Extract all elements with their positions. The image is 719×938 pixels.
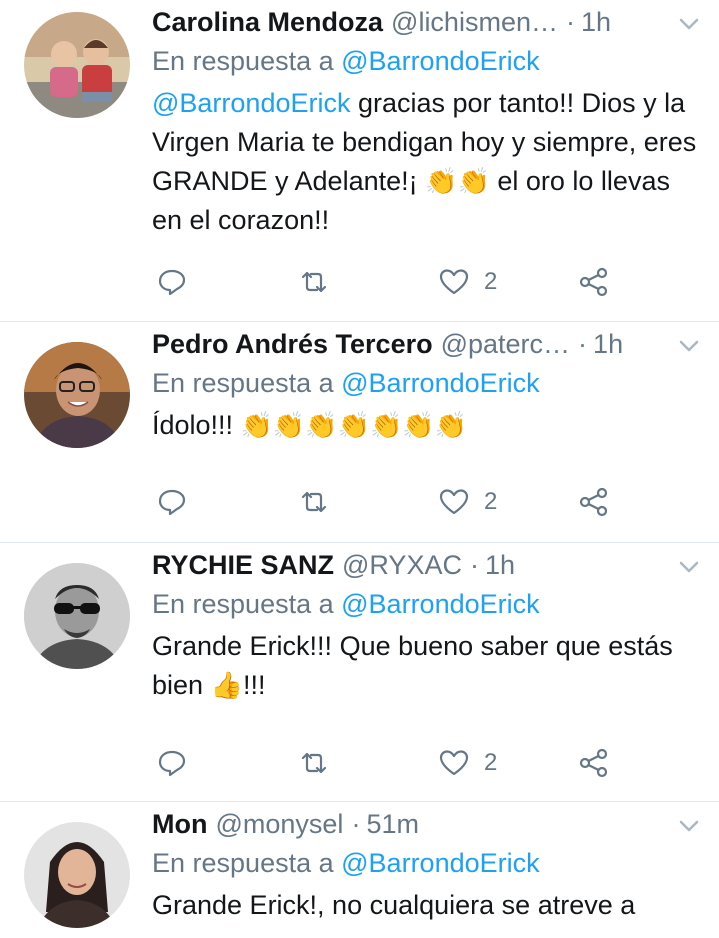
heart-icon (439, 750, 469, 776)
reply-context: En respuesta a @BarrondoErick (152, 842, 701, 884)
share-icon (579, 267, 608, 297)
avatar[interactable] (24, 12, 130, 118)
author-name[interactable]: Pedro Andrés Tercero (152, 329, 433, 360)
retweet-button[interactable] (298, 482, 330, 522)
reply-button[interactable] (156, 262, 188, 302)
tweet-text: Grande Erick!, no cualquiera se atreve a (152, 886, 701, 925)
reply-prefix: En respuesta a (152, 589, 334, 619)
tweet-text-part: !!! (242, 670, 266, 700)
author-handle[interactable]: @lichismen… (391, 7, 558, 38)
reply-mention[interactable]: @BarrondoErick (341, 589, 539, 619)
retweet-icon (301, 491, 327, 513)
tweet-item[interactable]: RYCHIE SANZ @RYXAC · 1h En respuesta a @… (0, 543, 719, 802)
reply-icon (158, 489, 186, 516)
thumbs-up-emoji: 👍 (210, 670, 243, 700)
timestamp[interactable]: 1h (593, 329, 623, 360)
retweet-button[interactable] (298, 743, 330, 783)
reply-prefix: En respuesta a (152, 46, 334, 76)
like-count: 2 (484, 488, 498, 515)
tweet-item[interactable]: Carolina Mendoza @lichismen… · 1h En res… (0, 0, 719, 322)
reply-button[interactable] (156, 482, 188, 522)
like-button[interactable]: 2 (438, 743, 497, 783)
like-count: 2 (484, 749, 498, 776)
separator-dot: · (469, 549, 479, 580)
reply-mention[interactable]: @BarrondoErick (341, 368, 539, 398)
tweet-actions: 2 (152, 262, 719, 302)
tweet-header: RYCHIE SANZ @RYXAC · 1h (152, 547, 701, 583)
chevron-down-icon[interactable] (677, 816, 701, 836)
author-name[interactable]: Mon (152, 809, 207, 840)
author-handle[interactable]: @RYXAC (342, 550, 462, 581)
clapping-hands-emoji: 👏👏 (425, 166, 490, 196)
retweet-button[interactable] (298, 262, 330, 302)
heart-icon (439, 269, 469, 295)
tweet-header: Carolina Mendoza @lichismen… · 1h (152, 4, 701, 40)
chevron-down-icon[interactable] (677, 336, 701, 356)
author-handle[interactable]: @monysel (215, 809, 343, 840)
chevron-down-icon[interactable] (677, 557, 701, 577)
tweet-text: Grande Erick!!! Que bueno saber que está… (152, 627, 701, 705)
timestamp[interactable]: 1h (581, 7, 611, 38)
retweet-icon (301, 752, 327, 774)
tweet-header: Pedro Andrés Tercero @paterc… · 1h (152, 326, 701, 362)
share-icon (579, 487, 608, 517)
reply-context: En respuesta a @BarrondoErick (152, 40, 701, 82)
timestamp[interactable]: 51m (366, 809, 419, 840)
tweet-header: Mon @monysel · 51m (152, 806, 701, 842)
separator-dot: · (578, 328, 588, 359)
tweet-text: @BarrondoErick gracias por tanto!! Dios … (152, 84, 701, 240)
avatar[interactable] (24, 822, 130, 928)
timestamp[interactable]: 1h (485, 550, 515, 581)
author-name[interactable]: Carolina Mendoza (152, 7, 383, 38)
reply-mention[interactable]: @BarrondoErick (341, 46, 539, 76)
reply-context: En respuesta a @BarrondoErick (152, 362, 701, 404)
retweet-icon (301, 271, 327, 293)
tweet-actions: 2 (152, 482, 719, 522)
share-button[interactable] (578, 743, 610, 783)
text-mention[interactable]: @BarrondoErick (152, 88, 350, 118)
reply-mention[interactable]: @BarrondoErick (341, 848, 539, 878)
tweet-text: Ídolo!!! 👏👏👏👏👏👏👏 (152, 406, 701, 445)
share-button[interactable] (578, 482, 610, 522)
reply-prefix: En respuesta a (152, 848, 334, 878)
reply-prefix: En respuesta a (152, 368, 334, 398)
reply-icon (158, 269, 186, 296)
like-button[interactable]: 2 (438, 262, 497, 302)
share-icon (579, 748, 608, 778)
tweet-actions: 2 (152, 743, 719, 783)
clapping-hands-emoji: 👏👏👏👏👏👏👏 (240, 410, 468, 440)
reply-context: En respuesta a @BarrondoErick (152, 583, 701, 625)
reply-button[interactable] (156, 743, 188, 783)
separator-dot: · (351, 808, 361, 839)
heart-icon (439, 489, 469, 515)
chevron-down-icon[interactable] (677, 14, 701, 34)
tweet-text-part: Ídolo!!! (152, 410, 241, 440)
avatar[interactable] (24, 342, 130, 448)
tweet-item[interactable]: Mon @monysel · 51m En respuesta a @Barro… (0, 802, 719, 938)
author-name[interactable]: RYCHIE SANZ (152, 550, 334, 581)
tweet-item[interactable]: Pedro Andrés Tercero @paterc… · 1h En re… (0, 322, 719, 543)
reply-icon (158, 750, 186, 777)
share-button[interactable] (578, 262, 610, 302)
like-count: 2 (484, 268, 498, 295)
avatar[interactable] (24, 563, 130, 669)
like-button[interactable]: 2 (438, 482, 497, 522)
tweet-text-part: Grande Erick!, no cualquiera se atreve a (152, 890, 636, 920)
separator-dot: · (565, 6, 575, 37)
author-handle[interactable]: @paterc… (441, 329, 570, 360)
